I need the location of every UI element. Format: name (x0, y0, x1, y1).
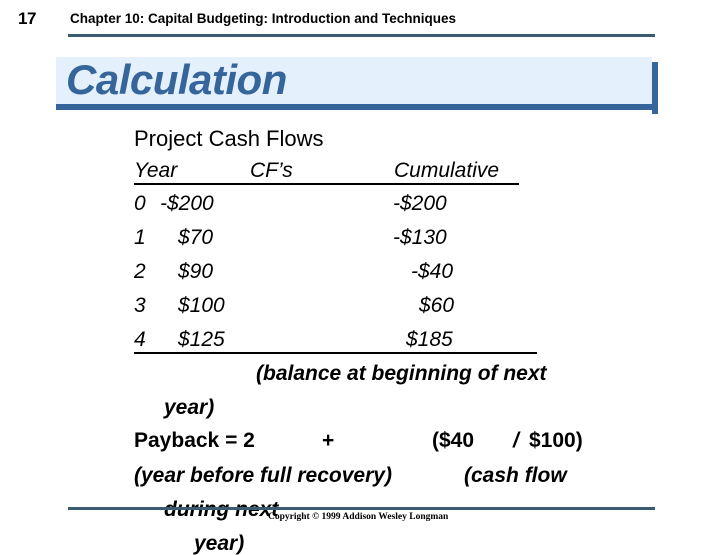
table-row: $60 (419, 294, 455, 317)
note-line-1: (balance at beginning of next (256, 362, 547, 385)
payback-slash: / (513, 429, 519, 452)
table-row: 0 (134, 192, 146, 215)
table-header-rule (134, 183, 519, 185)
explain-right-3: year) (194, 532, 245, 555)
table-bottom-rule (134, 352, 537, 354)
table-row: $125 (178, 328, 225, 351)
chapter-title: Chapter 10: Capital Budgeting: Introduct… (70, 11, 457, 26)
payback-plus: + (322, 429, 335, 452)
title-band-shadow-bottom (56, 104, 658, 110)
table-row: $70 (178, 226, 214, 249)
table-row: 3 (134, 294, 146, 317)
copyright-notice: Copyright © 1999 Addison Wesley Longman (268, 512, 449, 522)
body-subtitle: Project Cash Flows (134, 126, 324, 151)
table-row: $90 (178, 260, 214, 283)
payback-denominator: $100) (529, 429, 583, 452)
footer-divider (68, 507, 655, 510)
slide-title: Calculation (66, 56, 287, 103)
table-row: -$40 (411, 260, 454, 283)
header-divider (68, 34, 655, 37)
explain-right-1: (cash flow (464, 464, 567, 487)
table-row: -$200 (160, 192, 214, 215)
explain-left: (year before full recovery) (134, 464, 392, 487)
table-row: 2 (134, 260, 146, 283)
table-header-cumulative: Cumulative (394, 159, 500, 182)
table-row: -$200 (393, 192, 447, 215)
payback-label: Payback = 2 (134, 429, 255, 452)
table-header-year: Year (134, 159, 178, 182)
table-row: $100 (178, 294, 225, 317)
table-row: -$130 (393, 226, 447, 249)
note-line-2: year) (164, 396, 215, 419)
table-row: 4 (134, 328, 146, 351)
payback-numerator: ($40 (432, 429, 475, 452)
table-row: 1 (134, 226, 146, 249)
page-number: 17 (18, 9, 36, 28)
slide-header: 17 Chapter 10: Capital Budgeting: Introd… (0, 0, 720, 46)
table-header-cf: CF’s (250, 159, 293, 182)
table-row: $185 (406, 328, 453, 351)
